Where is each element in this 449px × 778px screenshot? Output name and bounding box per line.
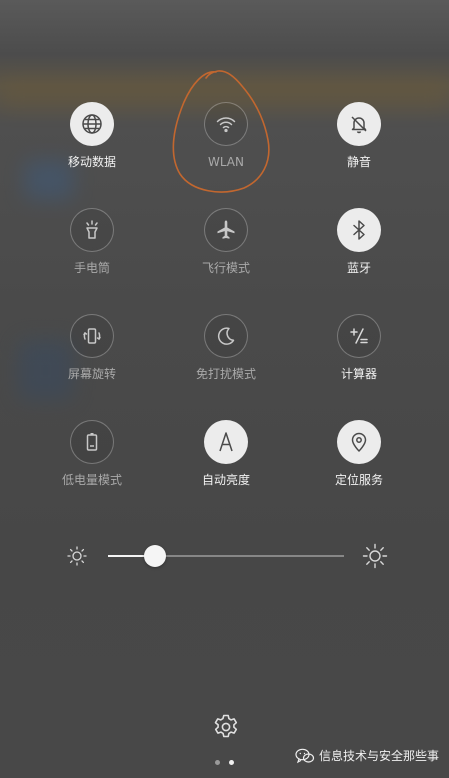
battery-icon — [86, 433, 98, 451]
toggle-circle — [337, 102, 381, 146]
page-indicator — [213, 760, 239, 768]
toggle-circle — [70, 102, 114, 146]
page-dot[interactable] — [215, 760, 220, 765]
toggle-circle — [204, 420, 248, 464]
control-center: 移动数据 WLAN 静音 手电筒 飞行模式 蓝牙 屏幕旋转 免打扰模式 计算器 … — [0, 0, 449, 778]
toggle-auto-brightness[interactable]: 自动亮度 — [176, 420, 276, 487]
auto-brightness-icon — [219, 432, 233, 452]
toggle-circle — [337, 420, 381, 464]
toggle-flashlight[interactable]: 手电筒 — [42, 208, 142, 275]
toggle-circle — [204, 208, 248, 252]
toggle-label: 屏幕旋转 — [67, 367, 116, 381]
toggle-label: 自动亮度 — [201, 473, 250, 487]
brightness-low-icon — [67, 546, 87, 566]
brightness-high-icon — [362, 543, 388, 569]
watermark: 信息技术与安全那些事 — [295, 747, 439, 764]
toggle-label: 免打扰模式 — [195, 367, 256, 381]
toggle-label: 飞行模式 — [201, 261, 250, 275]
toggle-circle — [337, 208, 381, 252]
settings-gear-icon[interactable] — [211, 712, 241, 742]
location-pin-icon — [351, 432, 367, 452]
watermark-text: 信息技术与安全那些事 — [318, 749, 439, 763]
moon-icon — [217, 327, 235, 345]
page-dot-active[interactable] — [229, 760, 234, 765]
toggle-label: 定位服务 — [334, 473, 383, 487]
toggle-wlan[interactable]: WLAN — [176, 102, 276, 169]
toggle-mute[interactable]: 静音 — [309, 102, 409, 169]
globe-icon — [82, 114, 102, 134]
toggle-label: 移动数据 — [67, 155, 116, 169]
wechat-icon — [295, 748, 315, 763]
toggle-circle — [70, 314, 114, 358]
toggle-label: WLAN — [207, 155, 244, 169]
flashlight-icon — [86, 220, 98, 239]
toggle-do-not-disturb[interactable]: 免打扰模式 — [176, 314, 276, 381]
toggle-circle — [204, 102, 248, 146]
toggle-label: 手电筒 — [73, 261, 110, 275]
toggle-circle — [337, 314, 381, 358]
toggle-label: 低电量模式 — [61, 473, 122, 487]
toggle-circle — [204, 314, 248, 358]
brightness-slider[interactable] — [60, 538, 390, 574]
toggle-circle — [70, 208, 114, 252]
toggle-calculator[interactable]: 计算器 — [309, 314, 409, 381]
brightness-thumb[interactable] — [144, 545, 167, 567]
airplane-icon — [217, 220, 235, 239]
toggle-low-power-mode[interactable]: 低电量模式 — [42, 420, 142, 487]
toggle-bluetooth[interactable]: 蓝牙 — [309, 208, 409, 275]
bell-muted-icon — [351, 116, 367, 134]
toggle-label: 静音 — [346, 155, 371, 169]
toggle-label: 计算器 — [340, 367, 377, 381]
toggle-airplane-mode[interactable]: 飞行模式 — [176, 208, 276, 275]
toggle-location-services[interactable]: 定位服务 — [309, 420, 409, 487]
brightness-track[interactable] — [108, 545, 344, 567]
toggle-screen-rotation[interactable]: 屏幕旋转 — [42, 314, 142, 381]
calculator-icon — [350, 328, 368, 344]
toggle-mobile-data[interactable]: 移动数据 — [42, 102, 142, 169]
toggle-label: 蓝牙 — [346, 261, 371, 275]
bluetooth-icon — [353, 220, 365, 240]
wifi-icon — [216, 117, 236, 133]
rotate-screen-icon — [83, 328, 101, 344]
toggle-circle — [70, 420, 114, 464]
